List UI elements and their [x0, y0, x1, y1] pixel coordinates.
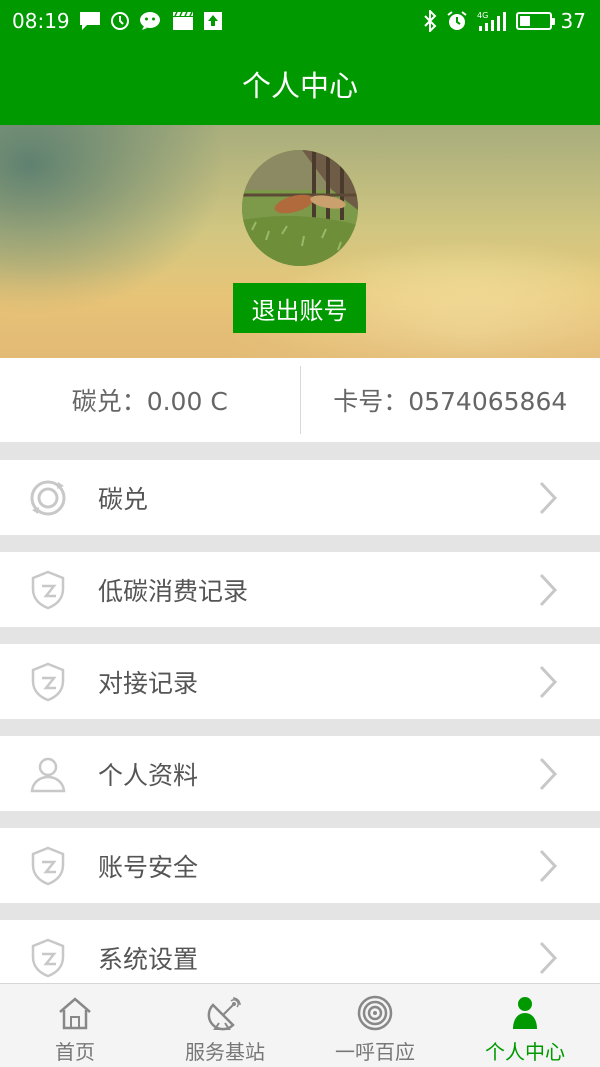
tab-broadcast[interactable]: 一呼百应	[300, 984, 450, 1067]
chevron-right-icon	[538, 665, 558, 699]
menu-item-profile[interactable]: 个人资料	[0, 736, 600, 811]
home-icon	[55, 994, 95, 1032]
avatar[interactable]	[242, 150, 358, 266]
bottom-tab-bar: 首页 服务基站 一呼百应 个人中心	[0, 983, 600, 1067]
menu-item-docking-records[interactable]: 对接记录	[0, 644, 600, 719]
shield-icon	[28, 846, 68, 886]
shield-icon	[28, 938, 68, 978]
signal-icon: 4G	[477, 10, 507, 32]
carbon-balance: 碳兑：0.00 C	[71, 387, 228, 416]
chevron-right-icon	[538, 573, 558, 607]
status-time: 08:19	[12, 9, 70, 33]
battery-level: 37	[560, 9, 586, 33]
menu-label-system-settings: 系统设置	[98, 944, 199, 974]
menu-item-carbon[interactable]: 碳兑	[0, 460, 600, 535]
menu-label-account-security: 账号安全	[98, 852, 199, 882]
clock-icon	[110, 11, 130, 31]
card-number: 卡号：0574065864	[333, 387, 568, 416]
tab-home[interactable]: 首页	[0, 984, 150, 1067]
bluetooth-icon	[423, 10, 437, 32]
menu-label-docking-records: 对接记录	[98, 668, 199, 698]
clapper-icon	[172, 11, 194, 31]
battery-icon	[515, 12, 555, 30]
logout-button[interactable]: 退出账号	[233, 283, 366, 333]
tab-service-station[interactable]: 服务基站	[150, 984, 300, 1067]
person-icon	[28, 754, 68, 794]
shield-icon	[28, 662, 68, 702]
tab-label-service-station: 服务基站	[185, 1040, 265, 1064]
chevron-right-icon	[538, 941, 558, 975]
message-icon	[79, 11, 101, 31]
menu-label-lowcarbon-records: 低碳消费记录	[98, 576, 249, 606]
menu-item-lowcarbon-records[interactable]: 低碳消费记录	[0, 552, 600, 627]
alarm-icon	[446, 10, 468, 32]
chevron-right-icon	[538, 849, 558, 883]
status-bar: 08:19 4G 37	[0, 0, 600, 42]
upload-icon	[203, 11, 223, 31]
shield-icon	[28, 570, 68, 610]
page-title: 个人中心	[241, 68, 358, 103]
tab-personal-center[interactable]: 个人中心	[450, 984, 600, 1067]
refresh-circle-icon	[28, 478, 68, 518]
title-bar: 个人中心	[0, 42, 600, 125]
menu-item-account-security[interactable]: 账号安全	[0, 828, 600, 903]
status-right: 4G 37	[423, 9, 586, 33]
avatar-image	[242, 150, 358, 266]
profile-header: 退出账号	[0, 125, 600, 358]
battery-fill	[519, 16, 530, 26]
person-icon	[505, 994, 545, 1032]
network-type: 4G	[477, 11, 488, 20]
tab-label-home: 首页	[55, 1040, 95, 1064]
chevron-right-icon	[538, 757, 558, 791]
wechat-icon	[139, 11, 163, 31]
menu-label-profile: 个人资料	[98, 760, 199, 790]
broadcast-icon	[355, 994, 395, 1032]
account-info-row: 碳兑：0.00 C 卡号：0574065864	[0, 358, 600, 442]
tab-label-broadcast: 一呼百应	[335, 1040, 415, 1064]
chevron-right-icon	[538, 481, 558, 515]
status-left: 08:19	[12, 9, 223, 33]
satellite-dish-icon	[205, 994, 245, 1032]
menu-label-carbon: 碳兑	[98, 484, 149, 514]
tab-label-personal-center: 个人中心	[485, 1040, 565, 1064]
